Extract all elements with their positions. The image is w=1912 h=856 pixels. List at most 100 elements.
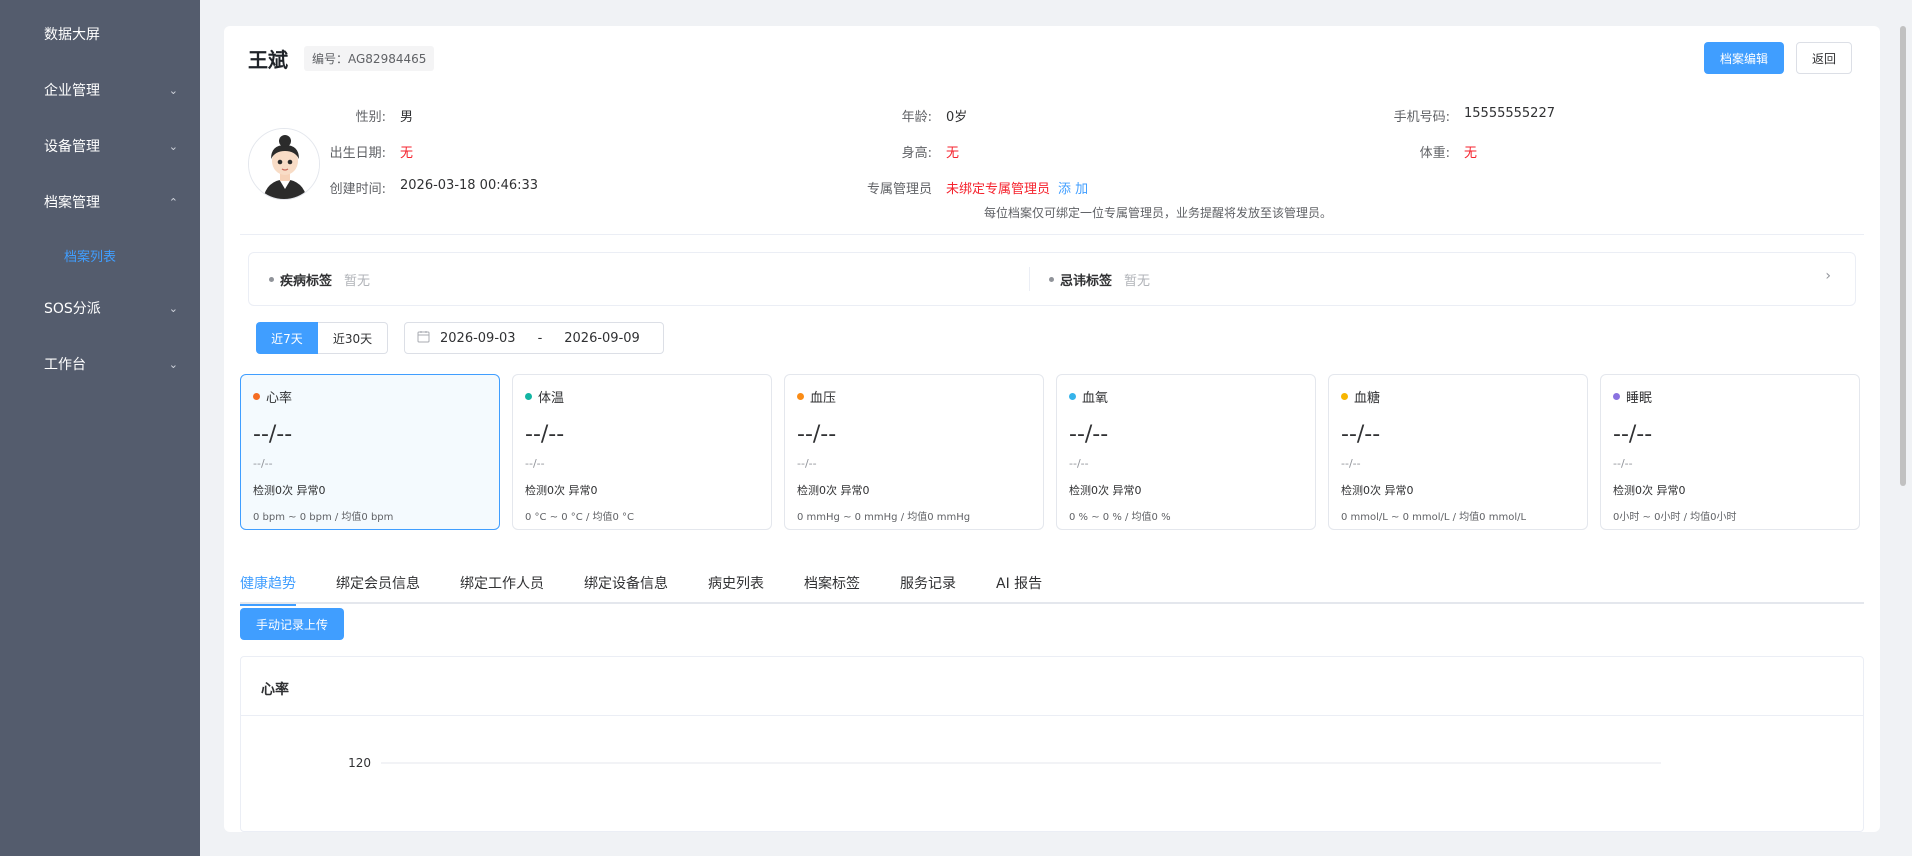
sidebar-item-sos[interactable]: SOS分派 ⌄ — [0, 280, 200, 336]
avatar — [248, 128, 320, 200]
metric-count: 检测0次 异常0 — [1069, 484, 1142, 497]
add-manager-link[interactable]: 添 加 — [1058, 178, 1088, 197]
metric-value: --/-- — [1069, 422, 1109, 447]
field-label: 创建时间: — [329, 182, 386, 197]
metric-name: 血糖 — [1354, 391, 1381, 406]
sidebar-item-workbench[interactable]: 工作台 ⌄ — [0, 336, 200, 392]
field-gender: 性别: 男 — [324, 106, 413, 125]
field-birth: 出生日期: 无 — [324, 142, 413, 161]
metric-sub-value: --/-- — [1069, 457, 1089, 470]
field-phone: 手机号码: 15555555227 — [1358, 106, 1555, 125]
disease-tag-title: 疾病标签 — [280, 273, 333, 289]
sidebar-item-label: 数据大屏 — [44, 27, 100, 43]
tab-health-trend[interactable]: 健康趋势 — [240, 564, 296, 606]
profile-card: 王斌 编号：AG82984465 档案编辑 返回 性别: 男 年龄: 0岁 手机… — [224, 26, 1880, 832]
disease-tag-value: 暂无 — [344, 273, 371, 289]
sidebar: 数据大屏 企业管理 ⌄ 设备管理 ⌄ 档案管理 ⌃ 档案列表 SOS分派 ⌄ 工… — [0, 0, 200, 856]
tab-bar: 健康趋势 绑定会员信息 绑定工作人员 绑定设备信息 病史列表 档案标签 服务记录… — [240, 564, 1864, 606]
avatar-illustration — [249, 129, 319, 199]
tab-bound-staff[interactable]: 绑定工作人员 — [460, 564, 544, 604]
field-label: 性别: — [355, 110, 386, 125]
metric-name: 体温 — [538, 391, 565, 406]
chevron-down-icon: ⌄ — [168, 301, 178, 315]
field-label: 手机号码: — [1393, 110, 1450, 125]
metric-card-blood-sugar[interactable]: 血糖 --/-- --/-- 检测0次 异常0 0 mmol/L ~ 0 mmo… — [1328, 374, 1588, 530]
field-value: 2026-03-18 00:46:33 — [400, 178, 539, 193]
taboo-tag-group: 忌讳标签 暂无 — [1049, 253, 1150, 305]
tab-archive-tags[interactable]: 档案标签 — [804, 564, 860, 604]
taboo-tag-value: 暂无 — [1124, 273, 1151, 289]
edit-archive-button[interactable]: 档案编辑 — [1704, 42, 1784, 74]
tab-medical-history[interactable]: 病史列表 — [708, 564, 764, 604]
field-value: 男 — [400, 110, 414, 125]
calendar-icon — [417, 330, 430, 347]
date-start-input[interactable]: 2026-09-03 — [440, 331, 516, 346]
metric-range: 0 % ~ 0 % / 均值0 % — [1069, 512, 1171, 523]
manual-upload-button[interactable]: 手动记录上传 — [240, 608, 344, 640]
metric-name: 心率 — [266, 391, 293, 406]
metric-count: 检测0次 异常0 — [1341, 484, 1414, 497]
metric-range: 0 bpm ~ 0 bpm / 均值0 bpm — [253, 512, 394, 523]
tab-bound-members[interactable]: 绑定会员信息 — [336, 564, 420, 604]
field-age: 年龄: 0岁 — [844, 106, 968, 125]
divider — [240, 234, 1864, 235]
heart-rate-chart-card: 心率 120 — [240, 656, 1864, 832]
field-manager: 专属管理员 未绑定专属管理员 添 加 — [844, 178, 1088, 197]
profile-header: 王斌 编号：AG82984465 — [248, 44, 435, 73]
tag-bar[interactable]: 疾病标签 暂无 忌讳标签 暂无 › — [248, 252, 1856, 306]
sidebar-item-label: 档案列表 — [64, 249, 117, 265]
status-dot-icon — [1613, 393, 1620, 400]
metric-sub-value: --/-- — [797, 457, 817, 470]
metric-value: --/-- — [1341, 422, 1381, 447]
date-range-picker[interactable]: 2026-09-03 - 2026-09-09 — [404, 322, 664, 354]
profile-name: 王斌 — [248, 48, 288, 72]
metric-range: 0 mmHg ~ 0 mmHg / 均值0 mmHg — [797, 512, 971, 523]
metric-value: --/-- — [797, 422, 837, 447]
bullet-icon — [1049, 276, 1054, 282]
disease-tag-group: 疾病标签 暂无 — [269, 253, 370, 305]
tab-bound-devices[interactable]: 绑定设备信息 — [584, 564, 668, 604]
field-value: 无 — [400, 146, 414, 161]
sidebar-item-archive[interactable]: 档案管理 ⌃ — [0, 174, 200, 230]
metric-value: --/-- — [253, 422, 293, 447]
field-value: 无 — [1464, 146, 1478, 161]
status-dot-icon — [525, 393, 532, 400]
metric-range: 0 mmol/L ~ 0 mmol/L / 均值0 mmol/L — [1341, 512, 1527, 523]
range-30-days-button[interactable]: 近30天 — [318, 322, 388, 354]
tab-ai-report[interactable]: AI 报告 — [996, 564, 1042, 604]
chart-header-divider — [241, 715, 1863, 716]
date-separator: - — [537, 330, 543, 346]
field-value: 15555555227 — [1464, 106, 1555, 121]
range-7-days-button[interactable]: 近7天 — [256, 322, 318, 354]
field-value: 无 — [946, 146, 960, 161]
sidebar-subitem-archive-list[interactable]: 档案列表 — [0, 230, 200, 280]
metric-card-blood-pressure[interactable]: 血压 --/-- --/-- 检测0次 异常0 0 mmHg ~ 0 mmHg … — [784, 374, 1044, 530]
field-label: 专属管理员 — [866, 182, 932, 197]
date-end-input[interactable]: 2026-09-09 — [564, 331, 640, 346]
metric-name: 睡眠 — [1626, 391, 1653, 406]
sidebar-item-device[interactable]: 设备管理 ⌄ — [0, 118, 200, 174]
metric-card-heart-rate[interactable]: 心率 --/-- --/-- 检测0次 异常0 0 bpm ~ 0 bpm / … — [240, 374, 500, 530]
metric-card-blood-oxygen[interactable]: 血氧 --/-- --/-- 检测0次 异常0 0 % ~ 0 % / 均值0 … — [1056, 374, 1316, 530]
metric-value: --/-- — [525, 422, 565, 447]
tag-separator — [1029, 267, 1030, 291]
sidebar-item-dashboard[interactable]: 数据大屏 — [0, 6, 200, 62]
field-value: 0岁 — [946, 110, 968, 125]
metric-card-sleep[interactable]: 睡眠 --/-- --/-- 检测0次 异常0 0小时 ~ 0小时 / 均值0小… — [1600, 374, 1860, 530]
field-label: 年龄: — [901, 110, 932, 125]
heart-rate-chart: 120 — [348, 756, 1661, 770]
metric-sub-value: --/-- — [1613, 457, 1633, 470]
metric-value: --/-- — [1613, 422, 1653, 447]
metric-name: 血压 — [810, 391, 837, 406]
sidebar-item-enterprise[interactable]: 企业管理 ⌄ — [0, 62, 200, 118]
status-dot-icon — [253, 393, 260, 400]
chevron-right-icon[interactable]: › — [1825, 268, 1831, 284]
metric-sub-value: --/-- — [253, 457, 273, 470]
metric-sub-value: --/-- — [1341, 457, 1361, 470]
field-weight: 体重: 无 — [1358, 142, 1477, 161]
tab-service-records[interactable]: 服务记录 — [900, 564, 956, 604]
metric-range: 0小时 ~ 0小时 / 均值0小时 — [1613, 512, 1737, 523]
back-button[interactable]: 返回 — [1796, 42, 1852, 74]
metric-card-temperature[interactable]: 体温 --/-- --/-- 检测0次 异常0 0 °C ~ 0 °C / 均值… — [512, 374, 772, 530]
scrollbar[interactable] — [1900, 26, 1906, 486]
